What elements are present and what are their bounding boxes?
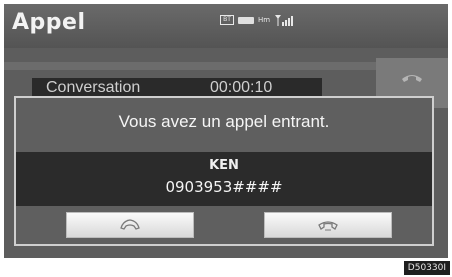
conversation-timer: 00:00:10 <box>210 79 273 96</box>
top-bar: Appel BT Hm <box>4 4 448 48</box>
figure-code: D50330I <box>403 261 450 275</box>
decline-button[interactable] <box>264 212 392 238</box>
caller-name: KEN <box>209 158 239 173</box>
status-indicators: BT Hm <box>220 14 294 26</box>
page-title: Appel <box>12 10 86 35</box>
answer-button[interactable] <box>66 212 194 238</box>
phone-hangup-icon <box>318 221 338 231</box>
bluetooth-status-icon: BT <box>220 15 234 25</box>
phone-answer-icon <box>120 219 140 230</box>
phone-screen: Appel BT Hm Conversation 00:00:10 Vous a… <box>4 4 448 258</box>
caller-number: 0903953#### <box>165 178 283 196</box>
signal-strength-icon <box>275 15 294 26</box>
conversation-label: Conversation <box>46 79 141 96</box>
phone-hangup-icon <box>402 75 422 82</box>
incoming-call-dialog: Vous avez un appel entrant. KEN 0903953#… <box>14 96 434 246</box>
hm-label: Hm <box>258 16 271 24</box>
caller-info: KEN 0903953#### <box>16 152 432 206</box>
battery-icon <box>238 16 254 24</box>
incoming-call-message: Vous avez un appel entrant. <box>118 112 330 131</box>
